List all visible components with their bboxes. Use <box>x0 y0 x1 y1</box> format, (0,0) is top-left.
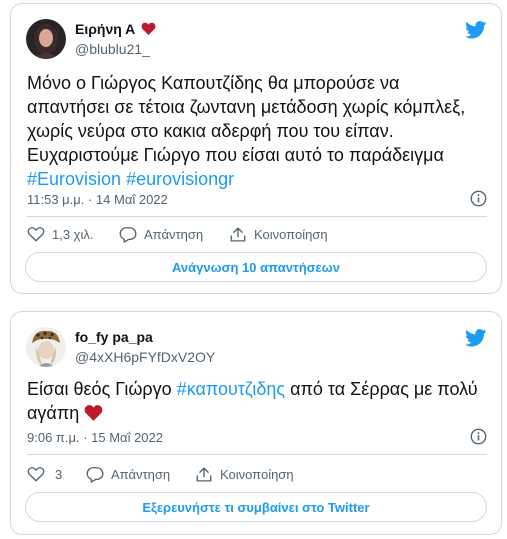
share-upload-icon <box>230 227 246 242</box>
reply-bubble-icon <box>119 227 137 243</box>
avatar[interactable] <box>26 19 66 59</box>
heart-outline-icon <box>27 467 45 482</box>
hashtag-link[interactable]: #eurovisiongr <box>126 169 234 189</box>
share-label: Κοινοποίηση <box>220 467 294 482</box>
reply-button[interactable]: Απάντηση <box>86 466 170 483</box>
hashtag-link[interactable]: #Eurovision <box>27 169 121 189</box>
hashtag-link[interactable]: #καπουτζιδης <box>177 379 285 399</box>
tweet-text: Μόνο ο Γιώργος Καπουτζίδης θα μπορούσε ν… <box>27 71 487 191</box>
heart-outline-icon <box>27 227 45 242</box>
avatar[interactable] <box>26 327 66 367</box>
red-heart-icon <box>141 22 156 35</box>
author-name[interactable]: fo_fy pa_pa <box>75 329 153 345</box>
twitter-bird-icon[interactable] <box>465 329 487 347</box>
red-heart-icon <box>84 405 103 421</box>
reply-label: Απάντηση <box>111 467 171 482</box>
divider <box>27 454 487 455</box>
like-button[interactable]: 1,3 χιλ. <box>27 226 94 242</box>
explore-twitter-button[interactable]: Εξερευνήστε τι συμβαίνει στο Twitter <box>25 492 487 522</box>
tweet-timestamp[interactable]: 11:53 μ.μ. · 14 Μαΐ 2022 <box>27 192 168 207</box>
tweet-timestamp[interactable]: 9:06 π.μ. · 15 Μαΐ 2022 <box>27 430 163 445</box>
share-label: Κοινοποίηση <box>254 227 328 242</box>
tweet-text-body: Μόνο ο Γιώργος Καπουτζίδης θα μπορούσε ν… <box>27 73 466 165</box>
twitter-bird-icon[interactable] <box>465 21 487 39</box>
like-count: 1,3 χιλ. <box>52 226 94 242</box>
info-icon[interactable] <box>470 190 487 207</box>
reply-label: Απάντηση <box>144 227 204 242</box>
like-count: 3 <box>55 466 63 482</box>
share-button[interactable]: Κοινοποίηση <box>229 226 328 243</box>
tweet-text: Είσαι θεός Γιώργο #καπουτζιδης από τα Σέ… <box>27 377 487 425</box>
tweet-text-body: Είσαι θεός Γιώργο <box>27 379 177 399</box>
tweet-card[interactable]: Ειρήνη Α @blublu21_ Μόνο ο Γιώργος Καπου… <box>10 3 502 294</box>
read-replies-button[interactable]: Ανάγνωση 10 απαντήσεων <box>25 252 487 282</box>
reply-button[interactable]: Απάντηση <box>119 226 203 243</box>
author-name-text: Ειρήνη Α <box>75 21 136 37</box>
share-upload-icon <box>196 467 212 482</box>
author-handle[interactable]: @blublu21_ <box>75 41 150 57</box>
divider <box>27 216 487 217</box>
tweet-card[interactable]: fo_fy pa_pa @4xXH6pFYfDxV2OY Είσαι θεός … <box>10 311 502 535</box>
like-button[interactable]: 3 <box>27 466 62 482</box>
info-icon[interactable] <box>470 428 487 445</box>
author-name[interactable]: Ειρήνη Α <box>75 21 156 37</box>
reply-bubble-icon <box>86 467 104 483</box>
author-handle[interactable]: @4xXH6pFYfDxV2OY <box>75 349 215 365</box>
share-button[interactable]: Κοινοποίηση <box>195 466 294 483</box>
